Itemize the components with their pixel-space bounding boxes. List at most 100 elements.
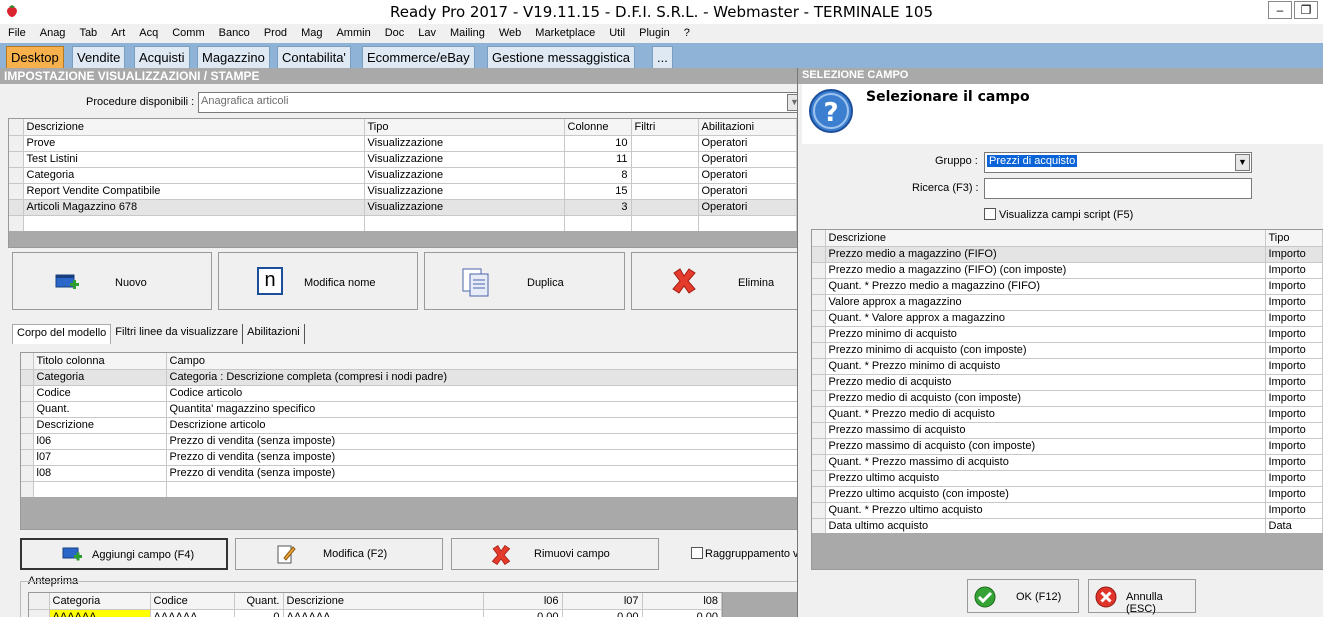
table-row-selected[interactable]: Categoria Categoria : Descrizione complet…	[21, 369, 799, 386]
list-item[interactable]: Valore approx a magazzino Importo	[812, 294, 1323, 311]
raggruppamento-checkbox[interactable]	[691, 547, 703, 559]
tab-more[interactable]: ...	[652, 46, 673, 68]
menu-ammin[interactable]: Ammin	[328, 24, 376, 43]
col-filtri[interactable]: Filtri	[631, 119, 699, 136]
col-titolo-colonna[interactable]: Titolo colonna	[33, 353, 167, 370]
list-item[interactable]: Quant. * Prezzo minimo di acquisto Import…	[812, 358, 1323, 375]
question-glyph: ?	[823, 98, 838, 128]
table-row[interactable]	[21, 481, 799, 498]
tab-ecommerce[interactable]: Ecommerce/eBay	[362, 46, 475, 68]
menu-mailing[interactable]: Mailing	[442, 24, 491, 43]
add-field-icon	[62, 547, 82, 561]
list-item[interactable]: Prezzo minimo di acquisto (con imposte) I…	[812, 342, 1323, 359]
menu-plugin[interactable]: Plugin	[631, 24, 676, 43]
list-item[interactable]: Quant. * Prezzo massimo di acquisto Impor…	[812, 454, 1323, 471]
table-row[interactable]: Test Listini Visualizzazione 11 Operator…	[9, 151, 797, 168]
tab-desktop[interactable]: Desktop	[6, 46, 64, 68]
annulla-button[interactable]: Annulla (ESC)	[1088, 579, 1196, 615]
menu-comm[interactable]: Comm	[164, 24, 210, 43]
col-l08[interactable]: l08	[642, 593, 722, 610]
menu-acq[interactable]: Acq	[131, 24, 164, 43]
menu-prod[interactable]: Prod	[256, 24, 293, 43]
menu-doc[interactable]: Doc	[377, 24, 411, 43]
list-item[interactable]: Prezzo ultimo acquisto (con imposte) Impo…	[812, 486, 1323, 503]
chevron-down-icon[interactable]: ▼	[1235, 154, 1250, 171]
list-item[interactable]: Data ultimo acquisto Data	[812, 518, 1323, 535]
tab-contabilita[interactable]: Contabilita'	[277, 46, 351, 68]
menu-help[interactable]: ?	[676, 24, 696, 43]
col-l06[interactable]: l06	[483, 593, 563, 610]
gruppo-select[interactable]: Prezzi di acquisto ▼	[984, 152, 1252, 173]
modifica-button[interactable]: Modifica (F2)	[235, 538, 443, 570]
table-row[interactable]: l08 Prezzo di vendita (senza imposte)	[21, 465, 799, 482]
restore-button[interactable]: ❐	[1294, 1, 1318, 19]
duplica-button[interactable]: Duplica	[424, 252, 625, 310]
table-row[interactable]: l07 Prezzo di vendita (senza imposte)	[21, 449, 799, 466]
table-row[interactable]: Descrizione Descrizione articolo	[21, 417, 799, 434]
list-item[interactable]: Prezzo massimo di acquisto Importo	[812, 422, 1323, 439]
menu-mag[interactable]: Mag	[293, 24, 328, 43]
aggiungi-campo-label: Aggiungi campo (F4)	[92, 549, 195, 561]
table-row-selected[interactable]: Articoli Magazzino 678 Visualizzazione 3…	[9, 199, 797, 216]
list-item[interactable]: Quant. * Prezzo medio a magazzino (FIFO)…	[812, 278, 1323, 295]
col-colonne[interactable]: Colonne	[564, 119, 632, 136]
tab-messaggistica[interactable]: Gestione messaggistica	[487, 46, 636, 68]
col-abilitazioni[interactable]: Abilitazioni	[698, 119, 797, 136]
list-item-selected[interactable]: Prezzo medio a magazzino (FIFO) Importo	[812, 246, 1323, 263]
col-categoria[interactable]: Categoria	[49, 593, 151, 610]
col-quant[interactable]: Quant.	[234, 593, 284, 610]
menu-lav[interactable]: Lav	[410, 24, 442, 43]
list-item[interactable]: Prezzo minimo di acquisto Importo	[812, 326, 1323, 343]
rimuovi-campo-button[interactable]: Rimuovi campo	[451, 538, 659, 570]
col-descrizione[interactable]: Descrizione	[23, 119, 365, 136]
menu-banco[interactable]: Banco	[211, 24, 256, 43]
list-item[interactable]: Prezzo ultimo acquisto Importo	[812, 470, 1323, 487]
list-item[interactable]: Quant. * Valore approx a magazzino Import…	[812, 310, 1323, 327]
question-icon: ?	[809, 89, 853, 133]
minimize-button[interactable]: –	[1268, 1, 1292, 19]
table-row[interactable]: Categoria Visualizzazione 8 Operatori	[9, 167, 797, 184]
subtab-corpo[interactable]: Corpo del modello	[12, 324, 112, 344]
menu-util[interactable]: Util	[601, 24, 631, 43]
col-descrizione[interactable]: Descrizione	[283, 593, 484, 610]
col-campo[interactable]: Campo	[166, 353, 799, 370]
tab-vendite[interactable]: Vendite	[72, 46, 126, 68]
list-item[interactable]: Quant. * Prezzo ultimo acquisto Importo	[812, 502, 1323, 519]
table-row[interactable]: Codice Codice articolo	[21, 385, 799, 402]
list-item[interactable]: Prezzo massimo di acquisto (con imposte)…	[812, 438, 1323, 455]
menu-web[interactable]: Web	[491, 24, 527, 43]
aggiungi-campo-button[interactable]: Aggiungi campo (F4)	[20, 538, 228, 570]
list-item[interactable]: Prezzo medio di acquisto (con imposte) Im…	[812, 390, 1323, 407]
table-row[interactable]: Report Vendite Compatibile Visualizzazio…	[9, 183, 797, 200]
subtab-filtri[interactable]: Filtri linee da visualizzare	[111, 324, 244, 344]
annulla-label: Annulla (ESC)	[1126, 591, 1163, 615]
table-row[interactable]: l06 Prezzo di vendita (senza imposte)	[21, 433, 799, 450]
table-row[interactable]	[9, 215, 797, 232]
script-checkbox[interactable]	[984, 208, 996, 220]
list-item[interactable]: Prezzo medio di acquisto Importo	[812, 374, 1323, 391]
nuovo-button[interactable]: Nuovo	[12, 252, 212, 310]
col-tipo[interactable]: Tipo	[1265, 230, 1323, 247]
tab-acquisti[interactable]: Acquisti	[134, 46, 190, 68]
subtab-abilitazioni[interactable]: Abilitazioni	[243, 324, 305, 344]
table-row[interactable]: AAAAAA AAAAAA 0 AAAAAA 0,00 0,00 0,00	[29, 609, 722, 617]
modifica-nome-button[interactable]: n Modifica nome	[218, 252, 418, 310]
elimina-button[interactable]: Elimina	[631, 252, 800, 310]
menu-anag[interactable]: Anag	[32, 24, 72, 43]
menu-file[interactable]: File	[0, 24, 32, 43]
ricerca-input[interactable]	[984, 178, 1252, 199]
menu-art[interactable]: Art	[103, 24, 131, 43]
col-descrizione[interactable]: Descrizione	[825, 230, 1266, 247]
list-item[interactable]: Prezzo medio a magazzino (FIFO) (con imp…	[812, 262, 1323, 279]
col-tipo[interactable]: Tipo	[364, 119, 565, 136]
menu-tab[interactable]: Tab	[71, 24, 103, 43]
menu-marketplace[interactable]: Marketplace	[527, 24, 601, 43]
col-codice[interactable]: Codice	[150, 593, 235, 610]
tab-magazzino[interactable]: Magazzino	[197, 46, 270, 68]
ok-button[interactable]: OK (F12)	[967, 579, 1079, 613]
table-row[interactable]: Prove Visualizzazione 10 Operatori	[9, 135, 797, 152]
col-l07[interactable]: l07	[562, 593, 643, 610]
procedure-select[interactable]: Anagrafica articoli ▼	[198, 92, 804, 113]
table-row[interactable]: Quant. Quantita' magazzino specifico	[21, 401, 799, 418]
list-item[interactable]: Quant. * Prezzo medio di acquisto Importo	[812, 406, 1323, 423]
